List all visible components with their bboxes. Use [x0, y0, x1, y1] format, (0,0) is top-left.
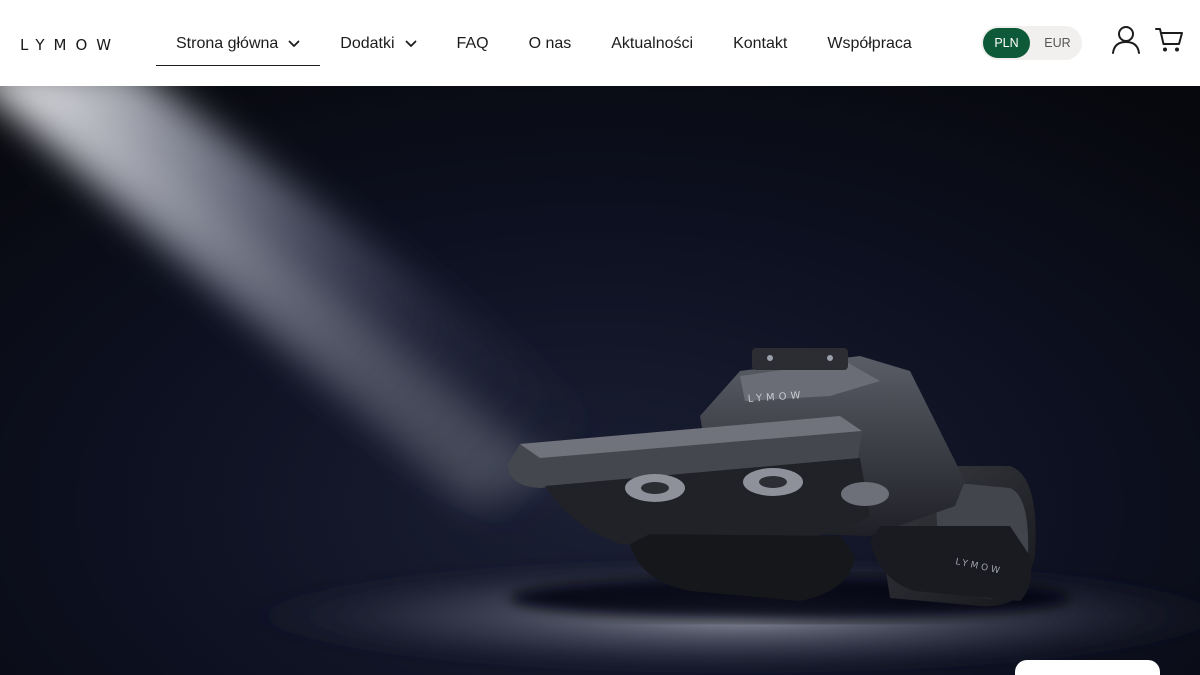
main-nav: Strona główna Dodatki FAQ O nas Aktualno… [156, 22, 932, 66]
nav-item-label: O nas [528, 35, 572, 52]
nav-item-label: Dodatki [340, 35, 395, 52]
brand-logo[interactable]: LYMOW [20, 36, 120, 54]
nav-item-label: FAQ [456, 35, 489, 52]
currency-eur-button[interactable]: EUR [1034, 28, 1081, 58]
nav-item-news[interactable]: Aktualności [591, 22, 713, 66]
chevron-down-icon [405, 40, 417, 48]
nav-item-partnership[interactable]: Współpraca [807, 22, 931, 66]
nav-item-label: Strona główna [176, 35, 279, 52]
hero-banner: LYMOW LYMOW [0, 86, 1200, 675]
nav-item-addons[interactable]: Dodatki [320, 22, 436, 66]
hero-image: LYMOW LYMOW [0, 86, 1200, 675]
site-header: LYMOW Strona główna Dodatki FAQ O nas Ak… [0, 0, 1200, 86]
currency-switcher: PLN EUR [981, 26, 1082, 60]
nav-item-label: Aktualności [611, 35, 694, 52]
nav-item-label: Współpraca [827, 35, 912, 52]
nav-item-contact[interactable]: Kontakt [713, 22, 807, 66]
cart-icon[interactable] [1154, 24, 1186, 56]
nav-item-label: Kontakt [733, 35, 788, 52]
nav-item-about[interactable]: O nas [509, 22, 592, 66]
currency-pln-button[interactable]: PLN [983, 28, 1030, 58]
user-icon[interactable] [1110, 24, 1142, 56]
nav-item-home[interactable]: Strona główna [156, 22, 321, 66]
floating-card[interactable] [1015, 660, 1160, 675]
chevron-down-icon [288, 40, 300, 48]
nav-item-faq[interactable]: FAQ [437, 22, 509, 66]
